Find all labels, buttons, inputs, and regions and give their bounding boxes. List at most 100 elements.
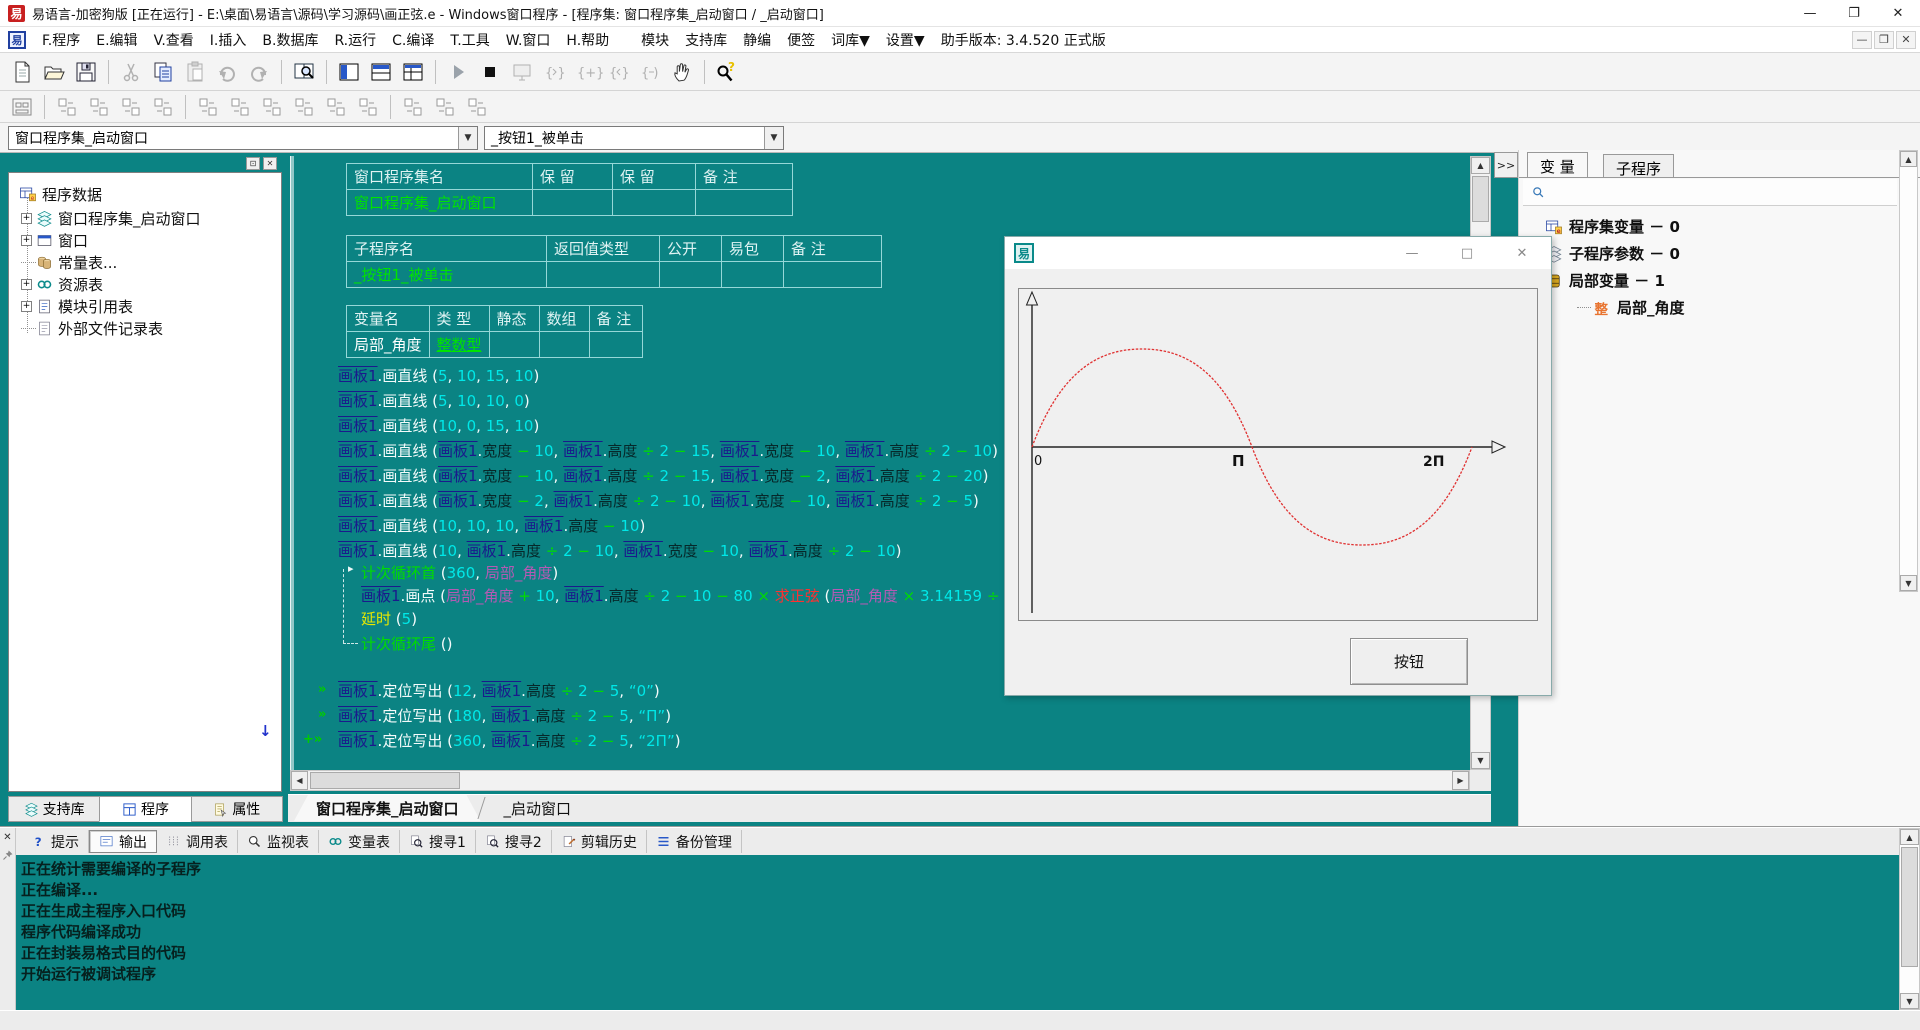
layout-c-button[interactable] <box>398 58 428 86</box>
chevron-down-icon[interactable]: ▼ <box>458 127 477 149</box>
brace-2-button[interactable]: {+} <box>571 58 601 86</box>
child-close-button[interactable]: ✕ <box>1896 31 1916 49</box>
layout-b-button[interactable] <box>366 58 396 86</box>
code-line-9[interactable]: 计次循环首 (360, 局部_角度) <box>361 562 558 584</box>
maximize-button[interactable]: ❐ <box>1832 0 1876 26</box>
popup-titlebar[interactable]: 易 —□✕ <box>1005 237 1551 269</box>
code-line-15[interactable]: 画板1.定位写出 (360, 画板1.高度 ÷ 2 − 5, “2Π”) <box>338 730 681 752</box>
code-line-14[interactable]: 画板1.定位写出 (180, 画板1.高度 ÷ 2 − 5, “Π”) <box>338 705 671 727</box>
doc-tab-2[interactable]: _启动窗口 <box>482 795 594 821</box>
save-button[interactable] <box>71 58 101 86</box>
align-8-button[interactable] <box>289 93 319 121</box>
scroll-down-icon[interactable]: ▼ <box>1471 752 1490 769</box>
menu-10[interactable]: H.帮助 <box>558 30 617 52</box>
scroll-up-icon[interactable]: ▲ <box>1471 157 1490 174</box>
chevron-down-icon[interactable]: ▼ <box>764 127 783 149</box>
align-2-button[interactable] <box>84 93 114 121</box>
tab-属性[interactable]: 属性 <box>191 796 283 822</box>
minimize-button[interactable]: — <box>1788 0 1832 26</box>
hand-pan-button[interactable] <box>667 58 697 86</box>
hscroll-thumb[interactable] <box>310 772 460 789</box>
table-value-cell[interactable]: 整数型 <box>429 332 489 358</box>
pin-icon[interactable] <box>2 849 14 861</box>
code-line-1[interactable]: 画板1.画直线 (5, 10, 15, 10) <box>338 365 539 387</box>
menu-extra-5[interactable]: 词库▼ <box>823 30 878 52</box>
popup-close-button[interactable]: ✕ <box>1507 242 1537 264</box>
variable-search-input[interactable] <box>1523 179 1897 206</box>
output-tab-输出[interactable]: 输出 <box>89 830 157 853</box>
code-line-13[interactable]: 画板1.定位写出 (12, 画板1.高度 ÷ 2 − 5, “0”) <box>338 680 660 702</box>
code-line-10[interactable]: 画板1.画点 (局部_角度 + 10, 画板1.高度 ÷ 2 − 10 − 80… <box>361 585 1045 607</box>
scroll-up-icon[interactable]: ▲ <box>1900 829 1919 845</box>
panel-item-4[interactable]: 整局部_角度 <box>1577 297 1685 318</box>
tree-item-4[interactable]: +资源表 <box>21 273 103 295</box>
output-tab-剪辑历史[interactable]: 剪辑历史 <box>552 830 647 853</box>
align-4-button[interactable] <box>148 93 178 121</box>
paste-button[interactable] <box>180 58 210 86</box>
align-9-button[interactable] <box>321 93 351 121</box>
method-combo[interactable]: _按钮1_被单击 ▼ <box>484 126 784 150</box>
output-scroll-thumb[interactable] <box>1901 847 1918 967</box>
panel-close-button[interactable]: ✕ <box>263 157 277 170</box>
output-tab-提示[interactable]: ?提示 <box>22 830 89 853</box>
expander-plus-icon[interactable]: + <box>21 301 32 312</box>
align-11-button[interactable] <box>398 93 428 121</box>
form-dialog-button[interactable] <box>7 93 37 121</box>
output-tab-搜寻2[interactable]: 搜寻2 <box>476 830 552 853</box>
menu-9[interactable]: W.窗口 <box>498 30 559 52</box>
collapse-panel-button[interactable]: >> <box>1494 152 1518 178</box>
popup-button[interactable]: 按钮 <box>1350 638 1468 685</box>
output-tab-监视表[interactable]: 监视表 <box>238 830 319 853</box>
right-panel-scrollbar[interactable]: ▲ ▼ <box>1899 150 1918 592</box>
align-3-button[interactable] <box>116 93 146 121</box>
code-line-7[interactable]: 画板1.画直线 (10, 10, 10, 画板1.高度 − 10) <box>338 515 645 537</box>
align-7-button[interactable] <box>257 93 287 121</box>
vscroll-thumb[interactable] <box>1472 176 1489 222</box>
scroll-down-icon[interactable]: ▼ <box>1900 993 1919 1009</box>
code-line-4[interactable]: 画板1.画直线 (画板1.宽度 − 10, 画板1.高度 ÷ 2 − 15, 画… <box>338 440 998 462</box>
cut-button[interactable] <box>116 58 146 86</box>
code-line-8[interactable]: 画板1.画直线 (10, 画板1.高度 ÷ 2 − 10, 画板1.宽度 − 1… <box>338 540 902 562</box>
tab-程序[interactable]: 程序 <box>99 796 191 822</box>
align-12-button[interactable] <box>430 93 460 121</box>
open-folder-button[interactable] <box>39 58 69 86</box>
output-tab-调用表[interactable]: 调用表 <box>157 830 238 853</box>
tree-item-5[interactable]: +模块引用表 <box>21 295 133 317</box>
align-5-button[interactable] <box>193 93 223 121</box>
menu-8[interactable]: T.工具 <box>442 30 497 52</box>
align-6-button[interactable] <box>225 93 255 121</box>
popup-minimize-button[interactable]: — <box>1397 242 1427 264</box>
table-value-cell[interactable] <box>613 190 696 216</box>
table-value-cell[interactable] <box>784 262 882 288</box>
table-value-cell[interactable] <box>539 332 589 358</box>
run-button[interactable] <box>443 58 473 86</box>
menu-1[interactable]: F.程序 <box>34 30 88 52</box>
menu-extra-6[interactable]: 设置▼ <box>878 30 933 52</box>
output-tab-变量表[interactable]: 变量表 <box>319 830 400 853</box>
tree-item-6[interactable]: 外部文件记录表 <box>21 317 163 339</box>
scroll-left-icon[interactable]: ◀ <box>291 771 308 790</box>
menu-4[interactable]: I.插入 <box>202 30 255 52</box>
close-button[interactable]: ✕ <box>1876 0 1920 26</box>
table-value-cell[interactable]: _按钮1_被单击 <box>347 262 547 288</box>
menu-extra-3[interactable]: 静编 <box>735 30 779 52</box>
tab-variables[interactable]: 变 量 <box>1527 152 1588 177</box>
output-close-icon[interactable]: ✕ <box>3 832 11 843</box>
menu-6[interactable]: R.运行 <box>326 30 384 52</box>
table-value-cell[interactable]: 局部_角度 <box>347 332 430 358</box>
tab-支持库[interactable]: 支持库 <box>8 796 100 822</box>
code-line-12[interactable]: 计次循环尾 () <box>361 633 453 655</box>
doc-tab-1[interactable]: 窗口程序集_启动窗口 <box>294 795 481 821</box>
code-line-3[interactable]: 画板1.画直线 (10, 0, 15, 10) <box>338 415 539 437</box>
tree-item-1[interactable]: +窗口程序集_启动窗口 <box>21 207 201 229</box>
find-in-files-button[interactable]: ? <box>712 58 742 86</box>
table-value-cell[interactable] <box>660 262 722 288</box>
table-value-cell[interactable] <box>533 190 613 216</box>
align-1-button[interactable] <box>52 93 82 121</box>
code-line-5[interactable]: 画板1.画直线 (画板1.宽度 − 10, 画板1.高度 ÷ 2 − 15, 画… <box>338 465 988 487</box>
menu-7[interactable]: C.编译 <box>384 30 442 52</box>
panel-item-1[interactable]: e程序集变量 － 0 <box>1545 216 1680 237</box>
panel-item-3[interactable]: 局部变量 － 1 <box>1545 270 1665 291</box>
layout-a-button[interactable] <box>334 58 364 86</box>
table-value-cell[interactable] <box>489 332 539 358</box>
